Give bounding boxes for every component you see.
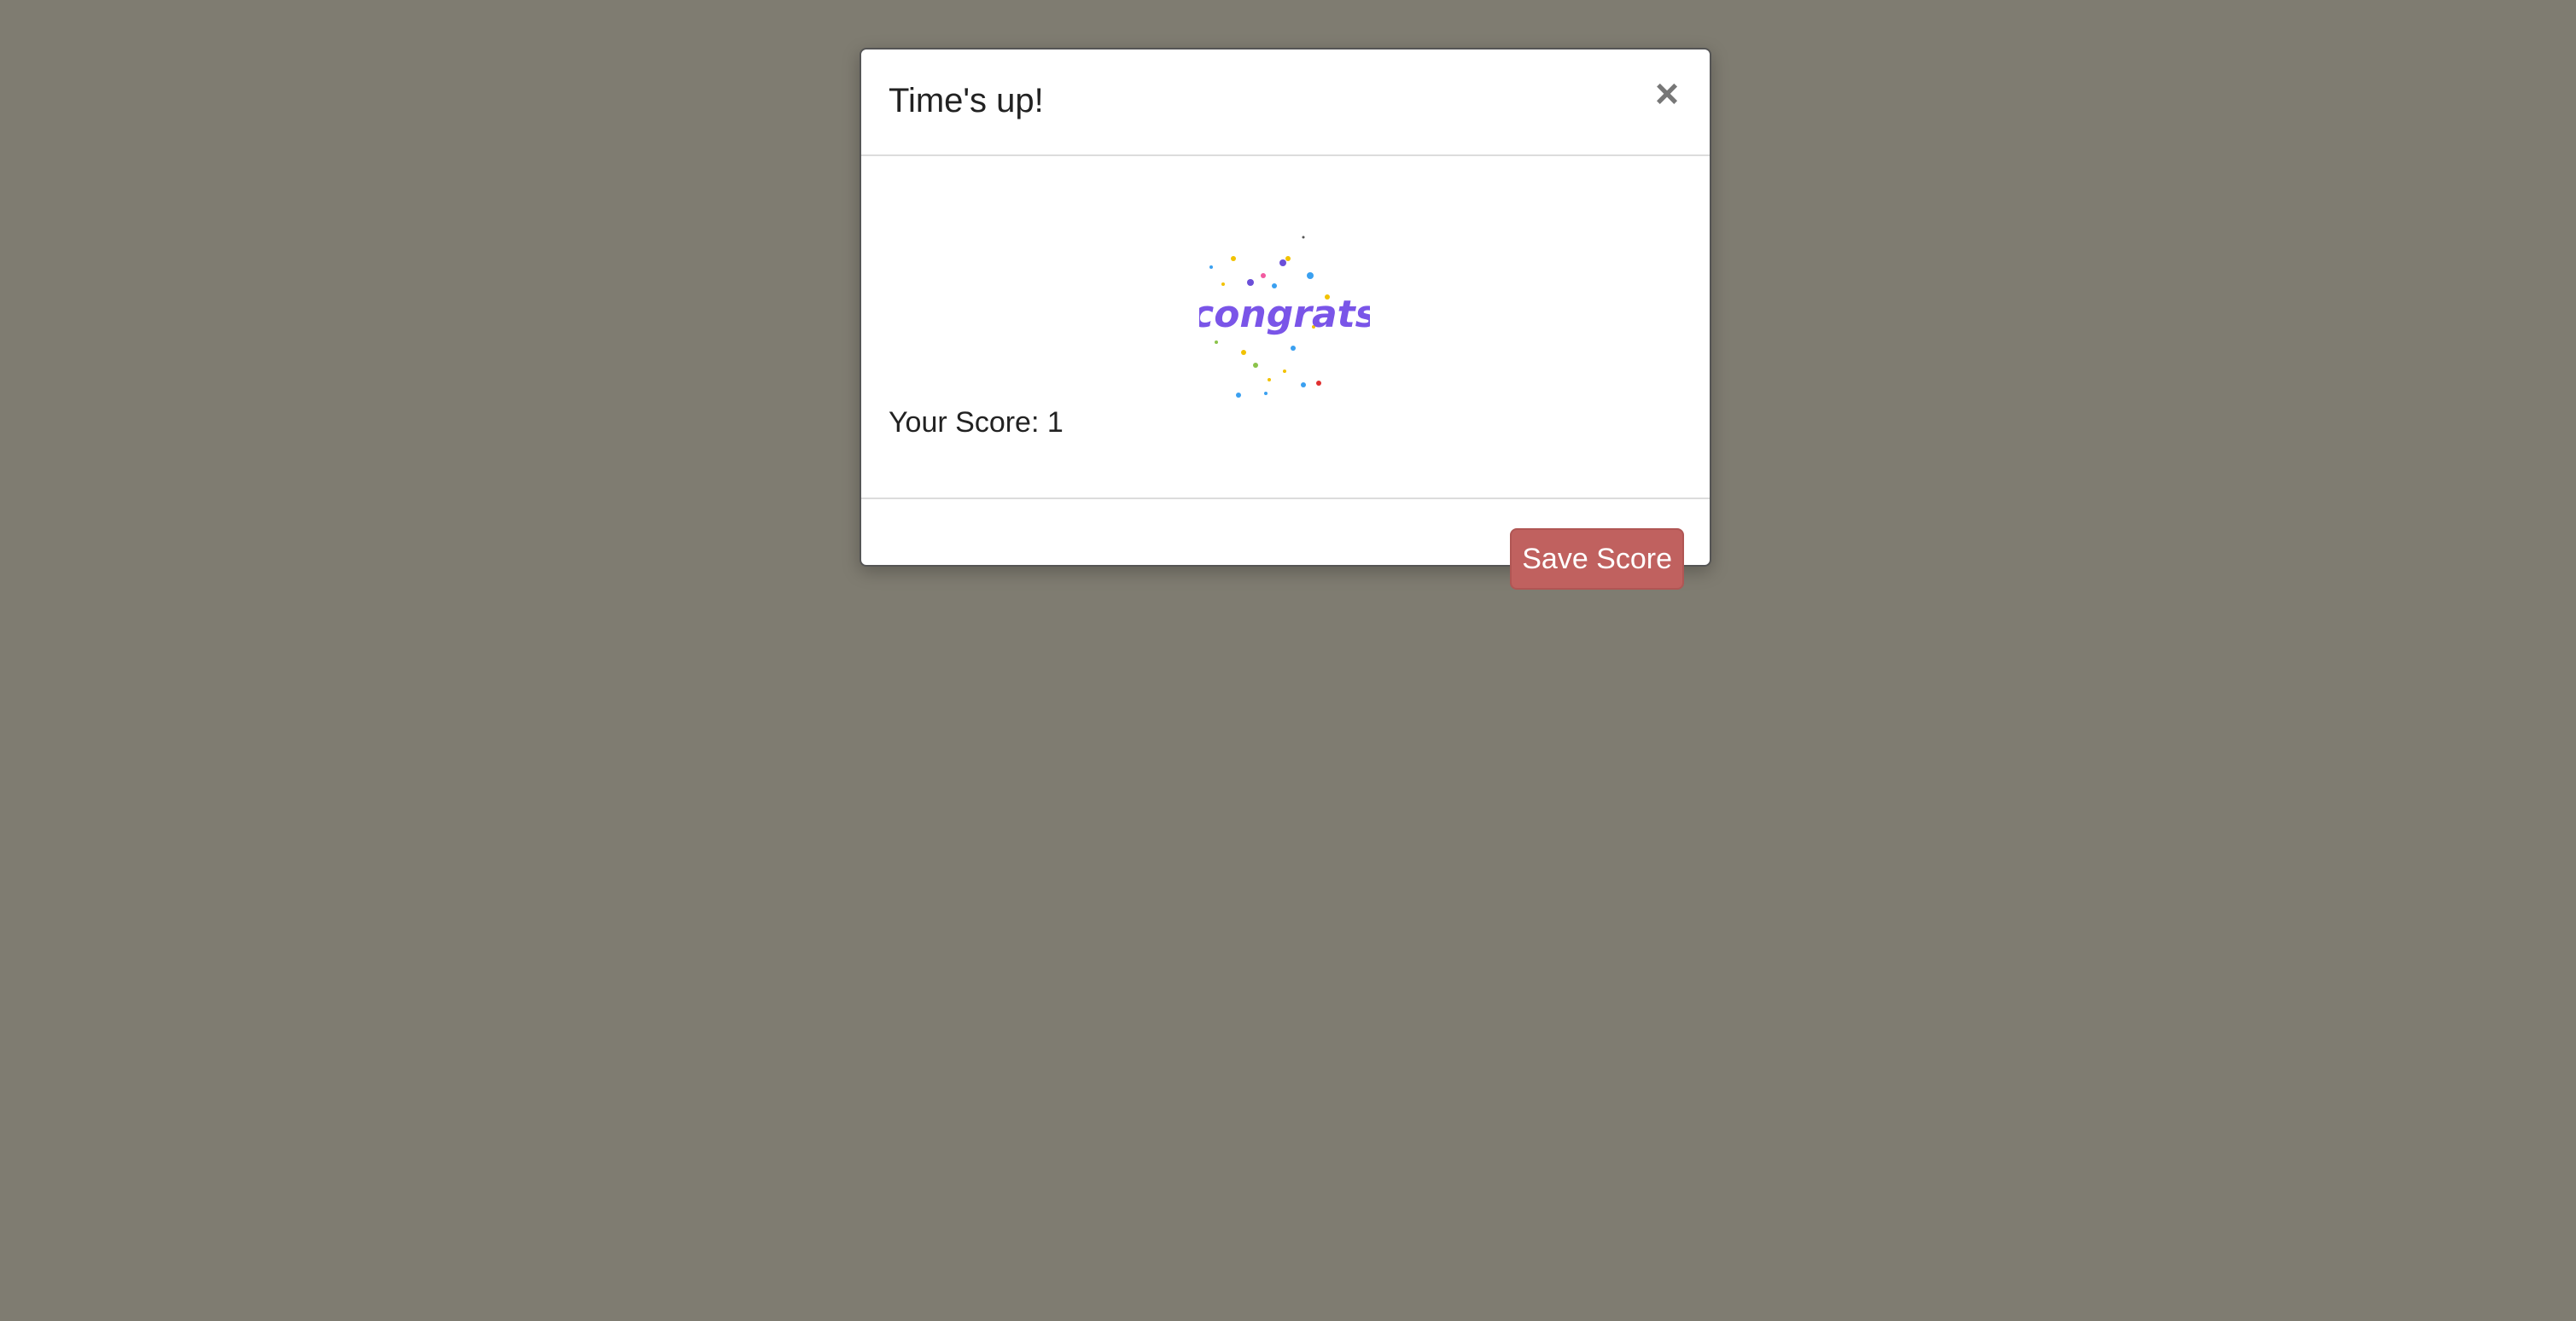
congrats-confetti-image: congrats (1199, 236, 1370, 398)
close-icon[interactable]: × (1650, 73, 1684, 116)
modal-title: Time's up! (889, 82, 1044, 119)
modal-body: congrats Your Score: 1 (861, 156, 1710, 498)
times-up-modal: Time's up! × congrats Your Score: 1 Save… (860, 48, 1711, 590)
score-label: Your Score: (889, 406, 1047, 439)
score-text: Your Score: 1 (889, 404, 1064, 441)
modal-header: Time's up! × (861, 49, 1710, 156)
save-score-button[interactable]: Save Score (1510, 528, 1684, 590)
score-value: 1 (1046, 406, 1064, 439)
modal-footer: Save Score (861, 498, 1710, 590)
congrats-text: congrats (1199, 293, 1370, 336)
